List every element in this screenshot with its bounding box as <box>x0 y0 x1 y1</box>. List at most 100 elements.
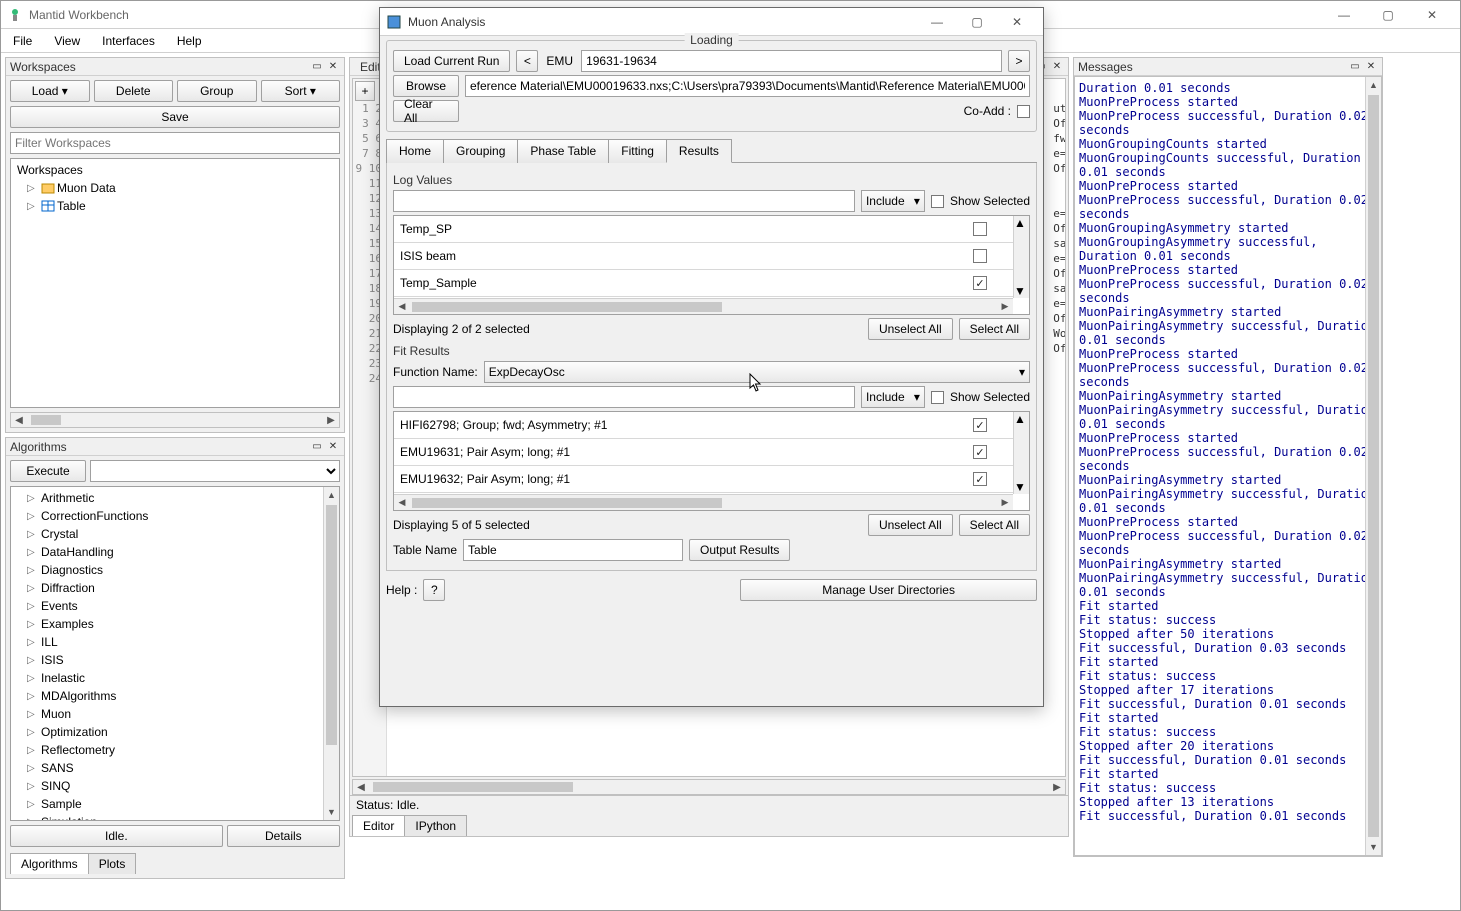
function-name-select[interactable]: ExpDecayOsc▾ <box>484 361 1030 383</box>
menu-help[interactable]: Help <box>169 32 210 50</box>
fit-vscroll[interactable]: ▲▼ <box>1013 412 1029 494</box>
log-row-temp-sample[interactable]: Temp_Sample ✓ <box>394 270 1013 297</box>
messages-log[interactable]: Duration 0.01 seconds MuonPreProcess sta… <box>1075 77 1381 827</box>
expander-icon[interactable]: ▷ <box>27 637 39 648</box>
tab-fitting[interactable]: Fitting <box>608 139 667 163</box>
log-unselect-all-button[interactable]: Unselect All <box>868 318 953 340</box>
expander-icon[interactable]: ▷ <box>27 763 39 774</box>
workspaces-hscroll[interactable]: ◀▶ <box>10 412 340 428</box>
alg-category[interactable]: ▷Inelastic <box>11 669 339 687</box>
next-run-button[interactable]: > <box>1008 50 1030 72</box>
save-button[interactable]: Save <box>10 106 340 128</box>
fit-filter-input[interactable] <box>393 386 855 408</box>
fit-row-checkbox[interactable]: ✓ <box>973 445 987 459</box>
help-button[interactable]: ? <box>423 579 445 601</box>
expander-icon[interactable]: ▷ <box>27 583 39 594</box>
alg-category[interactable]: ▷Arithmetic <box>11 489 339 507</box>
log-include-select[interactable]: Include▾ <box>861 190 925 212</box>
fit-select-all-button[interactable]: Select All <box>959 514 1030 536</box>
table-name-input[interactable] <box>463 539 683 561</box>
fit-row-checkbox[interactable]: ✓ <box>973 418 987 432</box>
expander-icon[interactable]: ▷ <box>27 655 39 666</box>
dialog-title-bar[interactable]: Muon Analysis — ▢ ✕ <box>380 8 1043 36</box>
alg-category[interactable]: ▷MDAlgorithms <box>11 687 339 705</box>
prev-run-button[interactable]: < <box>516 50 538 72</box>
log-row-checkbox[interactable] <box>973 249 987 263</box>
alg-category[interactable]: ▷ILL <box>11 633 339 651</box>
tab-results[interactable]: Results <box>666 139 732 163</box>
tree-item[interactable]: ▷ Table <box>11 197 339 215</box>
details-button[interactable]: Details <box>227 825 340 847</box>
alg-category[interactable]: ▷Reflectometry <box>11 741 339 759</box>
fit-show-selected-checkbox[interactable] <box>931 391 944 404</box>
tab-grouping[interactable]: Grouping <box>443 139 518 163</box>
expander-icon[interactable]: ▷ <box>27 201 39 212</box>
load-button[interactable]: Load ▾ <box>10 80 90 102</box>
algorithms-tree[interactable]: ▷Arithmetic▷CorrectionFunctions▷Crystal▷… <box>10 486 340 821</box>
tab-ipython[interactable]: IPython <box>404 815 467 836</box>
alg-category[interactable]: ▷Diffraction <box>11 579 339 597</box>
menu-interfaces[interactable]: Interfaces <box>94 32 163 50</box>
dialog-close-button[interactable]: ✕ <box>997 9 1037 35</box>
alg-category[interactable]: ▷SINQ <box>11 777 339 795</box>
log-show-selected-checkbox[interactable] <box>931 195 944 208</box>
alg-category[interactable]: ▷Muon <box>11 705 339 723</box>
log-row-temp-sp[interactable]: Temp_SP <box>394 216 1013 243</box>
run-range-input[interactable] <box>581 50 1002 72</box>
algorithm-select[interactable] <box>90 460 340 482</box>
file-path-input[interactable] <box>465 75 1030 97</box>
alg-category[interactable]: ▷CorrectionFunctions <box>11 507 339 525</box>
tab-plots[interactable]: Plots <box>88 853 137 874</box>
new-tab-button[interactable]: + <box>355 81 375 101</box>
expander-icon[interactable]: ▷ <box>27 529 39 540</box>
filter-workspaces-input[interactable] <box>10 132 340 154</box>
panel-close-icon[interactable]: ✕ <box>1050 60 1064 74</box>
expander-icon[interactable]: ▷ <box>27 547 39 558</box>
panel-float-icon[interactable]: ▭ <box>310 440 324 454</box>
fit-unselect-all-button[interactable]: Unselect All <box>868 514 953 536</box>
alg-category[interactable]: ▷Diagnostics <box>11 561 339 579</box>
alg-category[interactable]: ▷DataHandling <box>11 543 339 561</box>
menu-view[interactable]: View <box>46 32 88 50</box>
messages-vscroll[interactable]: ▲ ▼ <box>1365 77 1381 855</box>
alg-category[interactable]: ▷Optimization <box>11 723 339 741</box>
expander-icon[interactable]: ▷ <box>27 565 39 576</box>
tree-item[interactable]: ▷ Muon Data <box>11 179 339 197</box>
fit-row[interactable]: EMU19631; Pair Asym; long; #1 ✓ <box>394 439 1013 466</box>
panel-close-icon[interactable]: ✕ <box>326 440 340 454</box>
idle-button[interactable]: Idle. <box>10 825 223 847</box>
expander-icon[interactable]: ▷ <box>27 183 39 194</box>
panel-close-icon[interactable]: ✕ <box>326 60 340 74</box>
minimize-button[interactable]: — <box>1322 2 1366 28</box>
expander-icon[interactable]: ▷ <box>27 817 39 822</box>
alg-category[interactable]: ▷Examples <box>11 615 339 633</box>
alg-category[interactable]: ▷SANS <box>11 759 339 777</box>
log-row-checkbox[interactable] <box>973 222 987 236</box>
log-row-isis-beam[interactable]: ISIS beam <box>394 243 1013 270</box>
expander-icon[interactable]: ▷ <box>27 619 39 630</box>
fit-row[interactable]: HIFI62798; Group; fwd; Asymmetry; #1 ✓ <box>394 412 1013 439</box>
log-vscroll[interactable]: ▲▼ <box>1013 216 1029 298</box>
expander-icon[interactable]: ▷ <box>27 727 39 738</box>
group-button[interactable]: Group <box>177 80 257 102</box>
dialog-maximize-button[interactable]: ▢ <box>957 9 997 35</box>
tab-editor[interactable]: Editor <box>352 815 405 836</box>
tab-home[interactable]: Home <box>386 139 444 163</box>
fit-row[interactable]: EMU19632; Pair Asym; long; #1 ✓ <box>394 466 1013 493</box>
manage-user-directories-button[interactable]: Manage User Directories <box>740 579 1037 601</box>
expander-icon[interactable]: ▷ <box>27 511 39 522</box>
alg-category[interactable]: ▷Events <box>11 597 339 615</box>
fit-include-select[interactable]: Include▾ <box>861 386 925 408</box>
alg-category[interactable]: ▷Simulation <box>11 813 339 821</box>
dialog-minimize-button[interactable]: — <box>917 9 957 35</box>
expander-icon[interactable]: ▷ <box>27 799 39 810</box>
alg-category[interactable]: ▷Crystal <box>11 525 339 543</box>
execute-button[interactable]: Execute <box>10 460 86 482</box>
expander-icon[interactable]: ▷ <box>27 493 39 504</box>
log-filter-input[interactable] <box>393 190 855 212</box>
panel-float-icon[interactable]: ▭ <box>310 60 324 74</box>
expander-icon[interactable]: ▷ <box>27 601 39 612</box>
fit-hscroll[interactable]: ◀▶ <box>394 494 1013 510</box>
expander-icon[interactable]: ▷ <box>27 781 39 792</box>
algorithms-vscroll[interactable]: ▲ ▼ <box>323 487 339 820</box>
